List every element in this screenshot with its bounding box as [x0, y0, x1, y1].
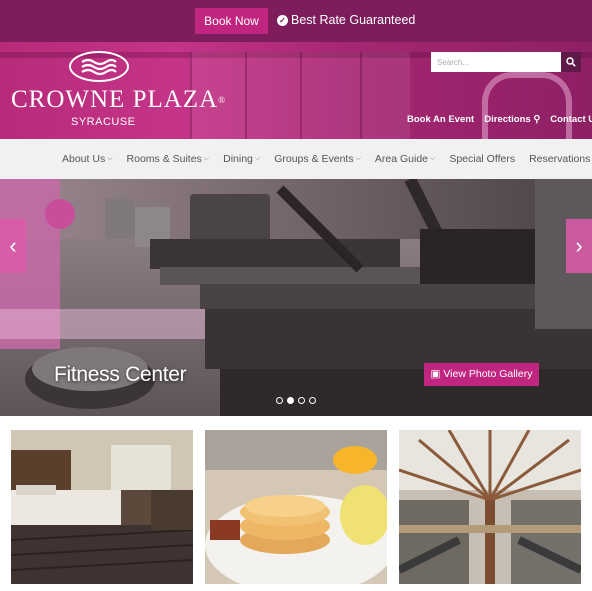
best-rate-label: Best Rate Guaranteed — [291, 13, 416, 27]
main-nav: About Us ⌵ Rooms & Suites ⌵ Dining ⌵ Groups… — [0, 139, 592, 179]
contact-link[interactable]: Contact Us ✉ — [550, 114, 592, 125]
slider-dots — [276, 397, 316, 404]
slider-dot-1[interactable] — [276, 397, 283, 404]
best-rate-guarantee: ✓ Best Rate Guaranteed — [277, 12, 415, 28]
chevron-down-icon: ⌵ — [107, 155, 113, 162]
book-event-link[interactable]: Book An Event — [407, 114, 474, 125]
feature-thumbnails — [0, 416, 592, 591]
search-icon — [566, 57, 576, 67]
nav-area-guide[interactable]: Area Guide ⌵ — [368, 153, 442, 165]
slide-caption: Fitness Center — [54, 363, 187, 386]
slider-prev-button[interactable]: ‹ — [0, 219, 26, 273]
chevron-down-icon: ⌵ — [203, 155, 210, 162]
nav-groups-events[interactable]: Groups & Events ⌵ — [267, 153, 368, 165]
map-marker-icon: ⚲ — [533, 114, 541, 125]
search-input[interactable] — [431, 52, 561, 72]
nav-reservations[interactable]: Reservations — [522, 153, 592, 165]
book-now-button[interactable]: Book Now — [195, 8, 268, 34]
thumbnail-hotel-room[interactable] — [11, 430, 193, 584]
slider-dot-2[interactable] — [287, 397, 294, 404]
nav-rooms-suites[interactable]: Rooms & Suites ⌵ — [120, 153, 217, 165]
nav-about-us[interactable]: About Us ⌵ — [55, 153, 120, 165]
crown-logo-icon — [69, 51, 129, 82]
view-photo-gallery-button[interactable]: ▣ View Photo Gallery — [424, 363, 539, 386]
slider-dot-4[interactable] — [309, 397, 316, 404]
utility-links: Book An Event Directions ⚲ Contact Us ✉ — [407, 114, 592, 125]
nav-special-offers[interactable]: Special Offers — [442, 153, 522, 165]
check-circle-icon: ✓ — [277, 14, 288, 26]
chevron-down-icon: ⌵ — [355, 155, 361, 162]
slider-dot-3[interactable] — [298, 397, 305, 404]
nav-dining[interactable]: Dining ⌵ — [216, 153, 267, 165]
slider-next-button[interactable]: › — [566, 219, 592, 273]
camera-icon: ▣ — [430, 368, 441, 380]
chevron-down-icon: ⌵ — [430, 155, 436, 162]
top-bar: Book Now ✓ Best Rate Guaranteed — [0, 0, 592, 42]
thumbnail-shopping-mall[interactable] — [399, 430, 581, 584]
chevron-down-icon: ⌵ — [254, 155, 261, 162]
search-button[interactable] — [561, 52, 581, 72]
thumbnail-breakfast[interactable] — [205, 430, 387, 584]
brand-name: CROWNE PLAZA® — [11, 86, 226, 113]
brand-city: SYRACUSE — [71, 116, 136, 128]
directions-link[interactable]: Directions ⚲ — [484, 114, 540, 125]
